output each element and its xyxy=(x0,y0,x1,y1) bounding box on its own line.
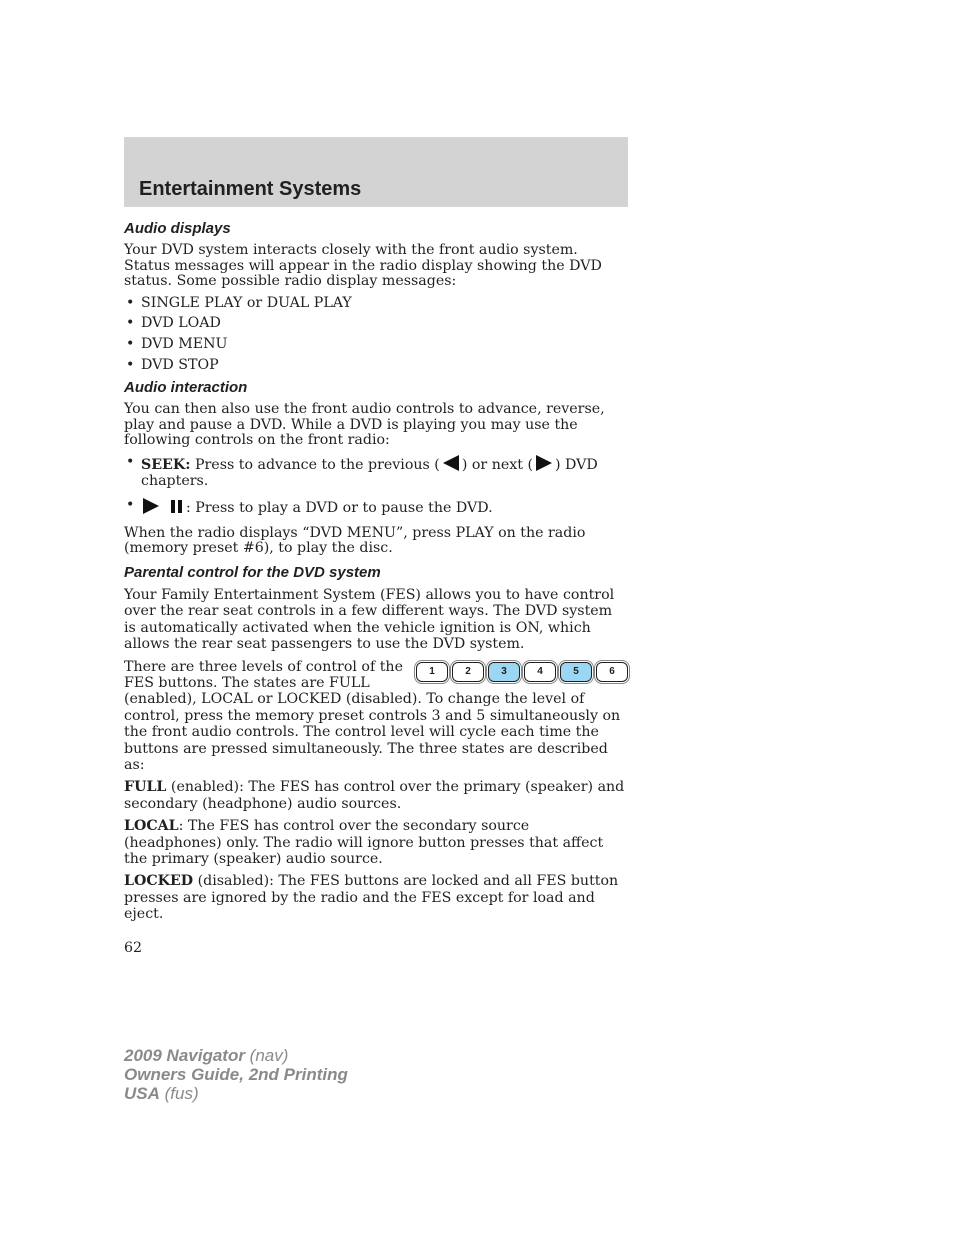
memory-preset-buttons: 1 2 3 4 5 6 xyxy=(416,661,628,682)
next-arrow-icon xyxy=(536,454,553,471)
bullet-icon: • xyxy=(126,453,135,470)
bullet-icon: • xyxy=(126,497,135,514)
locked-state-description: LOCKED (disabled): The FES buttons are l… xyxy=(124,873,619,923)
play-icon xyxy=(143,498,159,515)
list-item: • DVD MENU xyxy=(126,335,228,352)
levels-block: 1 2 3 4 5 6 There are three levels of co… xyxy=(124,659,628,774)
heading-parental-control: Parental control for the DVD system xyxy=(124,563,381,581)
full-label: FULL xyxy=(124,779,167,796)
pause-icon xyxy=(170,500,182,514)
parental-control-intro: Your Family Entertainment System (FES) a… xyxy=(124,586,615,653)
full-state-description: FULL (enabled): The FES has control over… xyxy=(124,779,625,812)
preset-button-2: 2 xyxy=(452,661,484,682)
local-label: LOCAL xyxy=(124,818,179,835)
bullet-icon: • xyxy=(126,315,135,332)
locked-label: LOCKED xyxy=(124,873,194,890)
footer-line-2: Owners Guide, 2nd Printing xyxy=(124,1065,348,1084)
section-header-band: Entertainment Systems xyxy=(124,137,628,207)
document-footer: 2009 Navigator (nav) Owners Guide, 2nd P… xyxy=(124,1046,348,1103)
list-item: • DVD LOAD xyxy=(126,315,221,332)
list-item: • SINGLE PLAY or DUAL PLAY xyxy=(126,294,352,311)
preset-button-6: 6 xyxy=(596,661,628,682)
preset-button-1: 1 xyxy=(416,661,448,682)
page-content: Audio displays Your DVD system interacts… xyxy=(124,219,628,956)
preset-button-3: 3 xyxy=(488,661,520,682)
bullet-icon: • xyxy=(126,335,135,352)
list-item-seek: • SEEK: Press to advance to the previous… xyxy=(126,453,598,489)
bullet-icon: • xyxy=(126,294,135,311)
heading-audio-displays: Audio displays xyxy=(124,220,231,237)
seek-label: SEEK: xyxy=(141,456,191,473)
manual-page: Entertainment Systems Audio displays You… xyxy=(0,0,954,1235)
dvd-menu-note: When the radio displays “DVD MENU”, pres… xyxy=(124,524,586,557)
local-state-description: LOCAL: The FES has control over the seco… xyxy=(124,818,604,867)
preset-button-4: 4 xyxy=(524,661,556,682)
previous-arrow-icon xyxy=(442,454,459,471)
section-title: Entertainment Systems xyxy=(139,178,362,200)
audio-interaction-intro: You can then also use the front audio co… xyxy=(124,401,605,449)
controls-list: • SEEK: Press to advance to the previous… xyxy=(124,453,628,517)
list-item-play-pause: • : Press to play a DVD or to pause the … xyxy=(126,497,493,517)
footer-line-1: 2009 Navigator (nav) xyxy=(124,1046,289,1065)
preset-button-5: 5 xyxy=(560,661,592,682)
list-item: • DVD STOP xyxy=(126,356,219,373)
display-messages-list: • SINGLE PLAY or DUAL PLAY • DVD LOAD • DVD… xyxy=(124,294,628,373)
page-number: 62 xyxy=(124,939,143,956)
footer-line-3: USA (fus) xyxy=(124,1084,199,1103)
bullet-icon: • xyxy=(126,356,135,373)
heading-audio-interaction: Audio interaction xyxy=(124,379,248,397)
audio-displays-intro: Your DVD system interacts closely with t… xyxy=(124,242,602,290)
